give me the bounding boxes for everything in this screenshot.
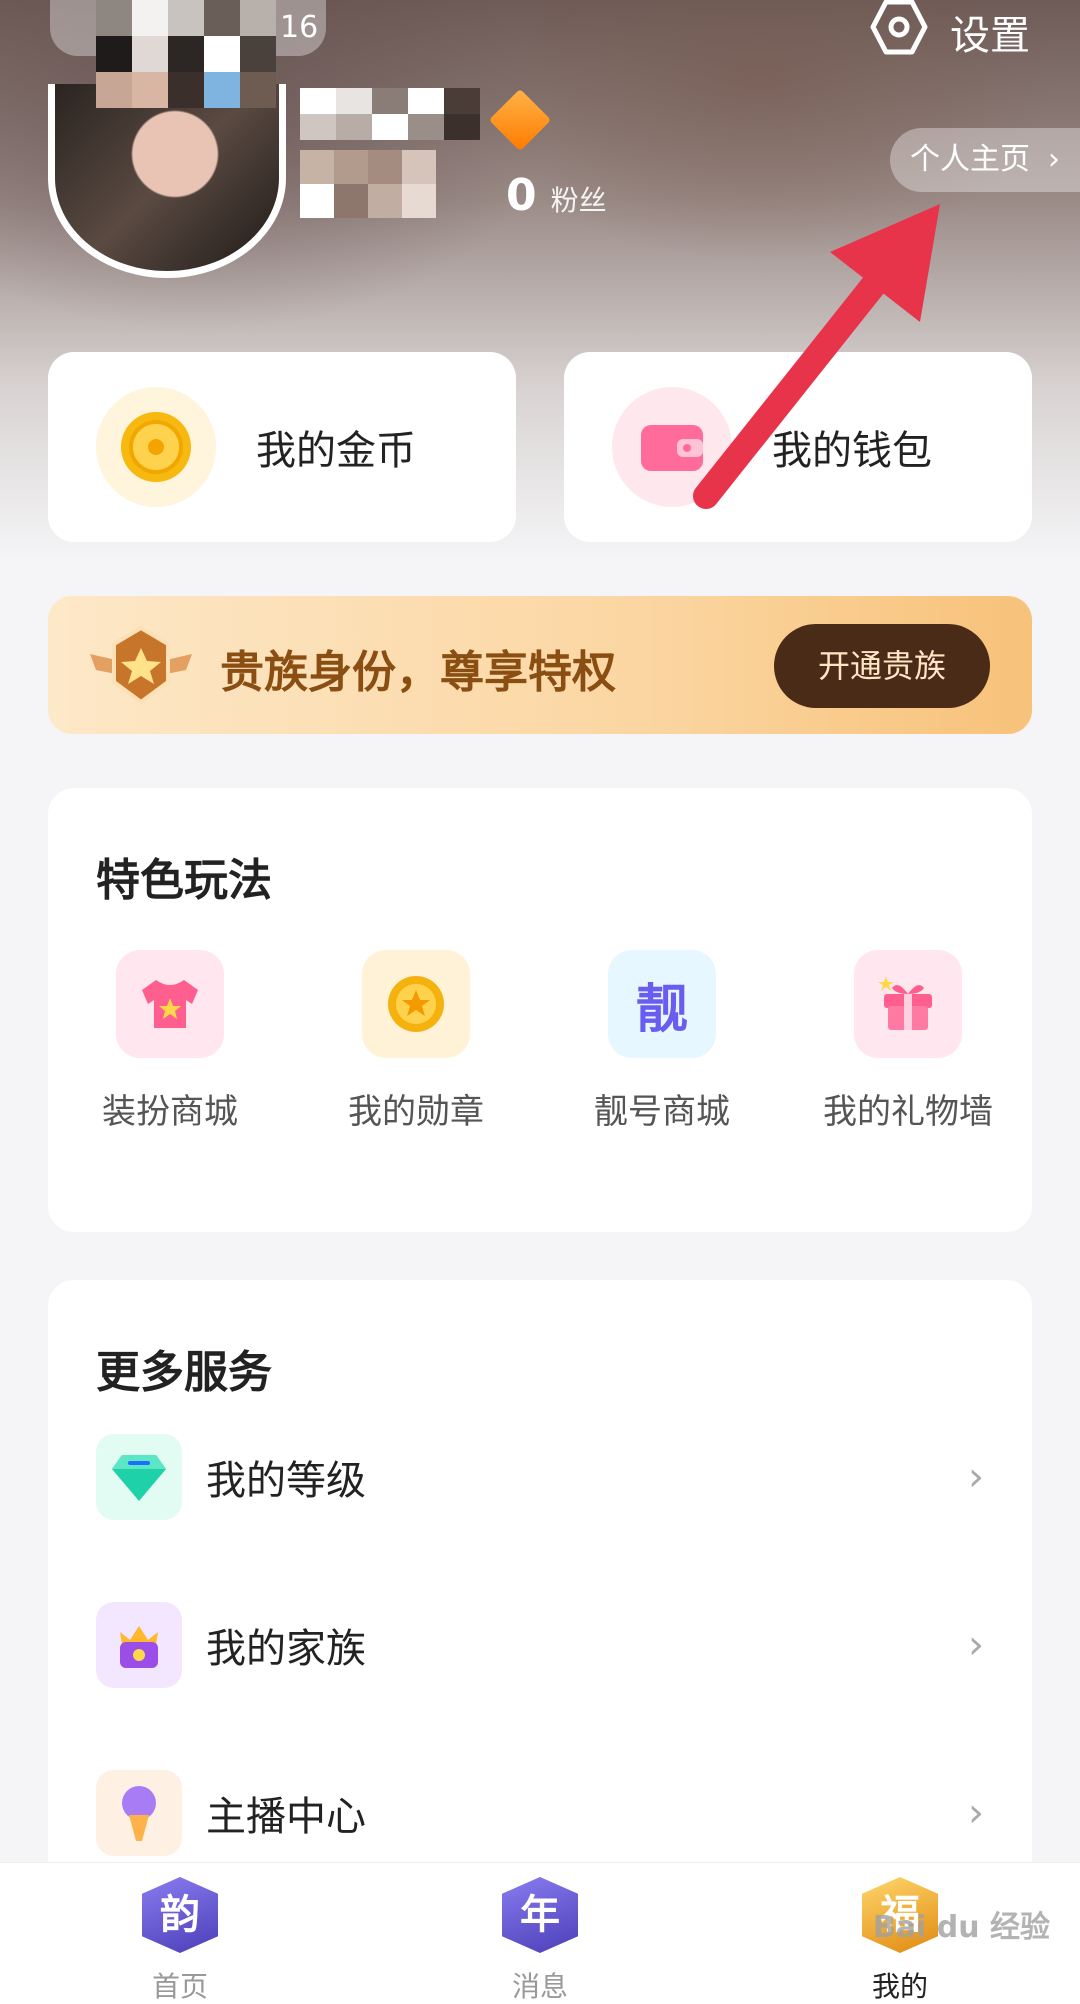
my-wallet-card[interactable]: 我的钱包 <box>564 352 1032 542</box>
privacy-mosaic <box>96 0 276 108</box>
username-mosaic-extra <box>300 150 436 218</box>
service-label: 我的家族 <box>206 1626 366 1672</box>
feature-my-medals[interactable]: 我的勋章 <box>316 950 516 1133</box>
my-coins-card[interactable]: 我的金币 <box>48 352 516 542</box>
tab-label: 首页 <box>151 1970 208 2003</box>
shirt-icon <box>116 950 224 1058</box>
service-anchor-center[interactable]: 主播中心 › <box>96 1768 984 1858</box>
feature-label: 装扮商城 <box>102 1092 238 1132</box>
family-icon <box>96 1602 182 1688</box>
features-panel: 特色玩法 装扮商城 我的勋章 靓 靓号商城 我的礼物墙 <box>48 788 1032 1232</box>
noble-text: 贵族身份，尊享特权 <box>220 647 616 698</box>
status-text: 16 <box>280 10 319 45</box>
noble-banner[interactable]: 贵族身份，尊享特权 开通贵族 <box>48 596 1032 734</box>
settings-icon <box>870 0 928 66</box>
features-title: 特色玩法 <box>96 855 272 906</box>
chevron-right-icon: › <box>968 1790 984 1836</box>
service-label: 主播中心 <box>206 1794 366 1840</box>
wallet-icon <box>612 387 732 507</box>
home-tab-icon: 韵 <box>142 1877 218 1953</box>
tab-label: 消息 <box>511 1970 568 2003</box>
service-my-level[interactable]: 我的等级 › <box>96 1432 984 1522</box>
profile-page-label: 个人主页 <box>910 142 1030 177</box>
profile-page-button[interactable]: 个人主页 › <box>890 128 1080 192</box>
gift-icon <box>854 950 962 1058</box>
tab-messages[interactable]: 年 消息 <box>460 1877 620 2004</box>
tab-label: 我的 <box>871 1970 928 2003</box>
service-my-family[interactable]: 我的家族 › <box>96 1600 984 1690</box>
watermark: Bai du 经验 <box>872 1910 1050 1945</box>
my-wallet-label: 我的钱包 <box>772 428 932 474</box>
settings-button[interactable]: 设置 <box>870 0 1030 60</box>
microphone-icon <box>96 1770 182 1856</box>
feature-gift-wall[interactable]: 我的礼物墙 <box>808 950 1008 1133</box>
username-mosaic <box>300 88 490 140</box>
liang-icon: 靓 <box>608 950 716 1058</box>
settings-label: 设置 <box>950 13 1030 59</box>
avatar[interactable] <box>48 84 286 278</box>
chevron-right-icon: › <box>1048 142 1060 177</box>
fans-number: 0 <box>506 170 537 221</box>
chevron-right-icon: › <box>968 1622 984 1668</box>
feature-outfit-store[interactable]: 装扮商城 <box>70 950 270 1133</box>
fans-label: 粉丝 <box>550 184 607 217</box>
messages-tab-icon: 年 <box>502 1877 578 1953</box>
service-label: 我的等级 <box>206 1458 366 1504</box>
services-title: 更多服务 <box>96 1347 272 1398</box>
feature-pretty-number-store[interactable]: 靓 靓号商城 <box>562 950 762 1133</box>
noble-badge-icon <box>86 624 196 708</box>
feature-label: 我的礼物墙 <box>823 1092 993 1132</box>
open-noble-button[interactable]: 开通贵族 <box>774 624 990 708</box>
feature-label: 我的勋章 <box>348 1092 484 1132</box>
medal-icon <box>362 950 470 1058</box>
chevron-right-icon: › <box>968 1454 984 1500</box>
coin-icon <box>96 387 216 507</box>
fans-count[interactable]: 0 粉丝 <box>506 170 607 221</box>
tab-home[interactable]: 韵 首页 <box>100 1877 260 2004</box>
my-coins-label: 我的金币 <box>256 428 416 474</box>
diamond-icon <box>96 1434 182 1520</box>
feature-label: 靓号商城 <box>594 1092 730 1132</box>
